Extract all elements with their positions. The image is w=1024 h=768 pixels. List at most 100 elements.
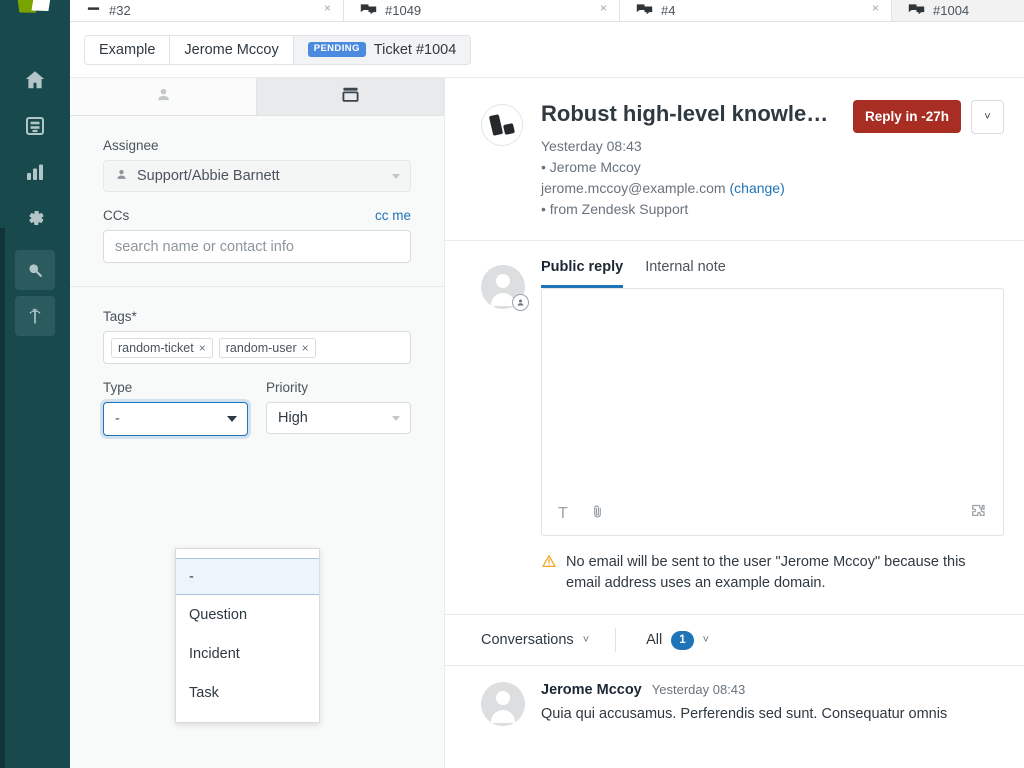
reply-options-button[interactable]: ˅ (971, 100, 1004, 134)
message-avatar (481, 682, 525, 726)
remove-tag-icon[interactable]: × (199, 341, 206, 355)
message-author: Jerome Mccoy (541, 682, 642, 698)
change-email-link[interactable]: (change) (730, 180, 785, 196)
reporting-icon[interactable] (15, 152, 55, 192)
ticket-tab[interactable]: #4 × (620, 0, 892, 21)
editor-toolbar: T (542, 493, 1003, 535)
settings-gear-icon[interactable] (15, 198, 55, 238)
chevron-down-icon (227, 416, 237, 422)
tags-label: Tags* (103, 309, 411, 324)
home-icon[interactable] (15, 60, 55, 100)
conversation-icon (636, 3, 653, 17)
search-icon[interactable] (15, 250, 55, 290)
chevron-down-icon: ˅ (583, 634, 589, 646)
conversation-icon (360, 3, 377, 17)
avatar-head (496, 691, 510, 705)
tags-field: Tags* random-ticket × random-user × (103, 309, 411, 364)
type-option-label: Task (189, 685, 219, 701)
breadcrumb-bar: Example Jerome Mccoy PENDING Ticket #100… (70, 22, 1024, 78)
breadcrumb: Example Jerome Mccoy PENDING Ticket #100… (84, 35, 471, 65)
type-label: Type (103, 380, 248, 395)
main-area: #32 × #1049 × #4 × #100 (70, 0, 1024, 768)
conversations-filter-dropdown[interactable]: All 1 ˅ (646, 631, 709, 650)
ticket-tab-number: #32 (109, 3, 131, 18)
ticket-timestamp: Yesterday 08:43 (541, 136, 1004, 157)
type-option-label: Question (189, 607, 247, 623)
cc-me-link[interactable]: cc me (375, 208, 411, 223)
tags-input[interactable]: random-ticket × random-user × (103, 331, 411, 364)
type-dropdown-menu: - Question Incident Task (175, 548, 320, 723)
message-timestamp: Yesterday 08:43 (652, 682, 745, 697)
ticket-content-pane: Robust high-level knowled… Reply in -27h… (445, 78, 1024, 768)
type-option-incident[interactable]: Incident (176, 634, 319, 673)
close-icon[interactable]: × (324, 1, 331, 15)
ticket-card-icon (342, 87, 359, 107)
close-icon[interactable]: × (872, 1, 879, 15)
tab-internal-note[interactable]: Internal note (645, 259, 726, 288)
tag-label: random-ticket (118, 341, 194, 355)
chevron-down-icon: ˅ (703, 634, 709, 646)
ticket-properties-panel: Assignee Support/Abbie Barnett CCs (70, 78, 445, 768)
ticket-tab-number: #1049 (385, 3, 421, 18)
ticket-tab-number: #1004 (933, 3, 969, 18)
zendesk-logo[interactable] (0, 0, 70, 28)
chevron-down-icon: ˅ (984, 111, 990, 123)
type-option-question[interactable]: Question (176, 595, 319, 634)
tab-ticket[interactable] (257, 78, 444, 115)
ccs-input[interactable] (103, 230, 411, 263)
assignee-label: Assignee (103, 138, 411, 153)
warning-triangle-icon (541, 553, 557, 576)
chevron-down-icon (392, 174, 400, 179)
brand-shape-large (488, 114, 502, 136)
chevron-down-icon (392, 416, 400, 421)
palm-tree-icon[interactable] (15, 296, 55, 336)
tag-chip[interactable]: random-user × (219, 338, 316, 358)
remove-tag-icon[interactable]: × (302, 341, 309, 355)
tab-public-reply[interactable]: Public reply (541, 259, 623, 288)
ccs-label: CCs (103, 208, 129, 223)
ticket-tab-active[interactable]: #1004 (892, 0, 1024, 21)
status-badge: PENDING (308, 42, 366, 56)
ticket-tab[interactable]: #1049 × (344, 0, 620, 21)
composer-tabs: Public reply Internal note (541, 259, 1004, 288)
tag-chip[interactable]: random-ticket × (111, 338, 213, 358)
type-field: Type - (103, 380, 248, 436)
filter-label: All (646, 632, 662, 648)
workspace-split: Assignee Support/Abbie Barnett CCs (70, 78, 1024, 768)
assignee-select[interactable]: Support/Abbie Barnett (103, 160, 411, 192)
left-nav-rail (0, 0, 70, 768)
reply-deadline-button[interactable]: Reply in -27h (853, 100, 961, 133)
ticket-channel: • from Zendesk Support (541, 199, 1004, 220)
apps-puzzle-icon[interactable] (969, 503, 987, 525)
properties-tabs (70, 78, 444, 116)
avatar-head (496, 274, 510, 288)
type-option-dash[interactable]: - (176, 558, 319, 595)
text-format-icon[interactable]: T (558, 505, 568, 523)
agent-icon (115, 168, 128, 185)
breadcrumb-label: Ticket #1004 (374, 42, 456, 58)
ticket-tab[interactable]: #32 × (70, 0, 344, 21)
tab-user[interactable] (70, 78, 257, 115)
priority-field: Priority High (266, 380, 411, 436)
user-icon (155, 86, 172, 108)
no-email-warning: No email will be sent to the user "Jerom… (541, 552, 1004, 594)
reply-editor[interactable]: T (541, 288, 1004, 536)
bar-separator (615, 628, 616, 652)
breadcrumb-item-user[interactable]: Jerome Mccoy (170, 36, 293, 64)
priority-select[interactable]: High (266, 402, 411, 434)
assignee-field: Assignee Support/Abbie Barnett (103, 138, 411, 192)
conversations-sort-dropdown[interactable]: Conversations ˅ (481, 632, 589, 648)
brand-shape-small (503, 123, 515, 135)
type-priority-row: Type - Priority High (103, 380, 411, 436)
reply-textarea[interactable] (542, 289, 1003, 493)
attachment-icon[interactable] (590, 503, 605, 525)
ticket-title: Robust high-level knowled… (541, 100, 841, 128)
public-reply-badge-icon (512, 294, 529, 311)
type-option-task[interactable]: Task (176, 673, 319, 712)
views-icon[interactable] (15, 106, 55, 146)
type-value: - (115, 411, 120, 427)
type-select[interactable]: - (103, 402, 248, 436)
breadcrumb-item-account[interactable]: Example (85, 36, 170, 64)
close-icon[interactable]: × (600, 1, 607, 15)
breadcrumb-item-ticket[interactable]: PENDING Ticket #1004 (294, 36, 471, 64)
